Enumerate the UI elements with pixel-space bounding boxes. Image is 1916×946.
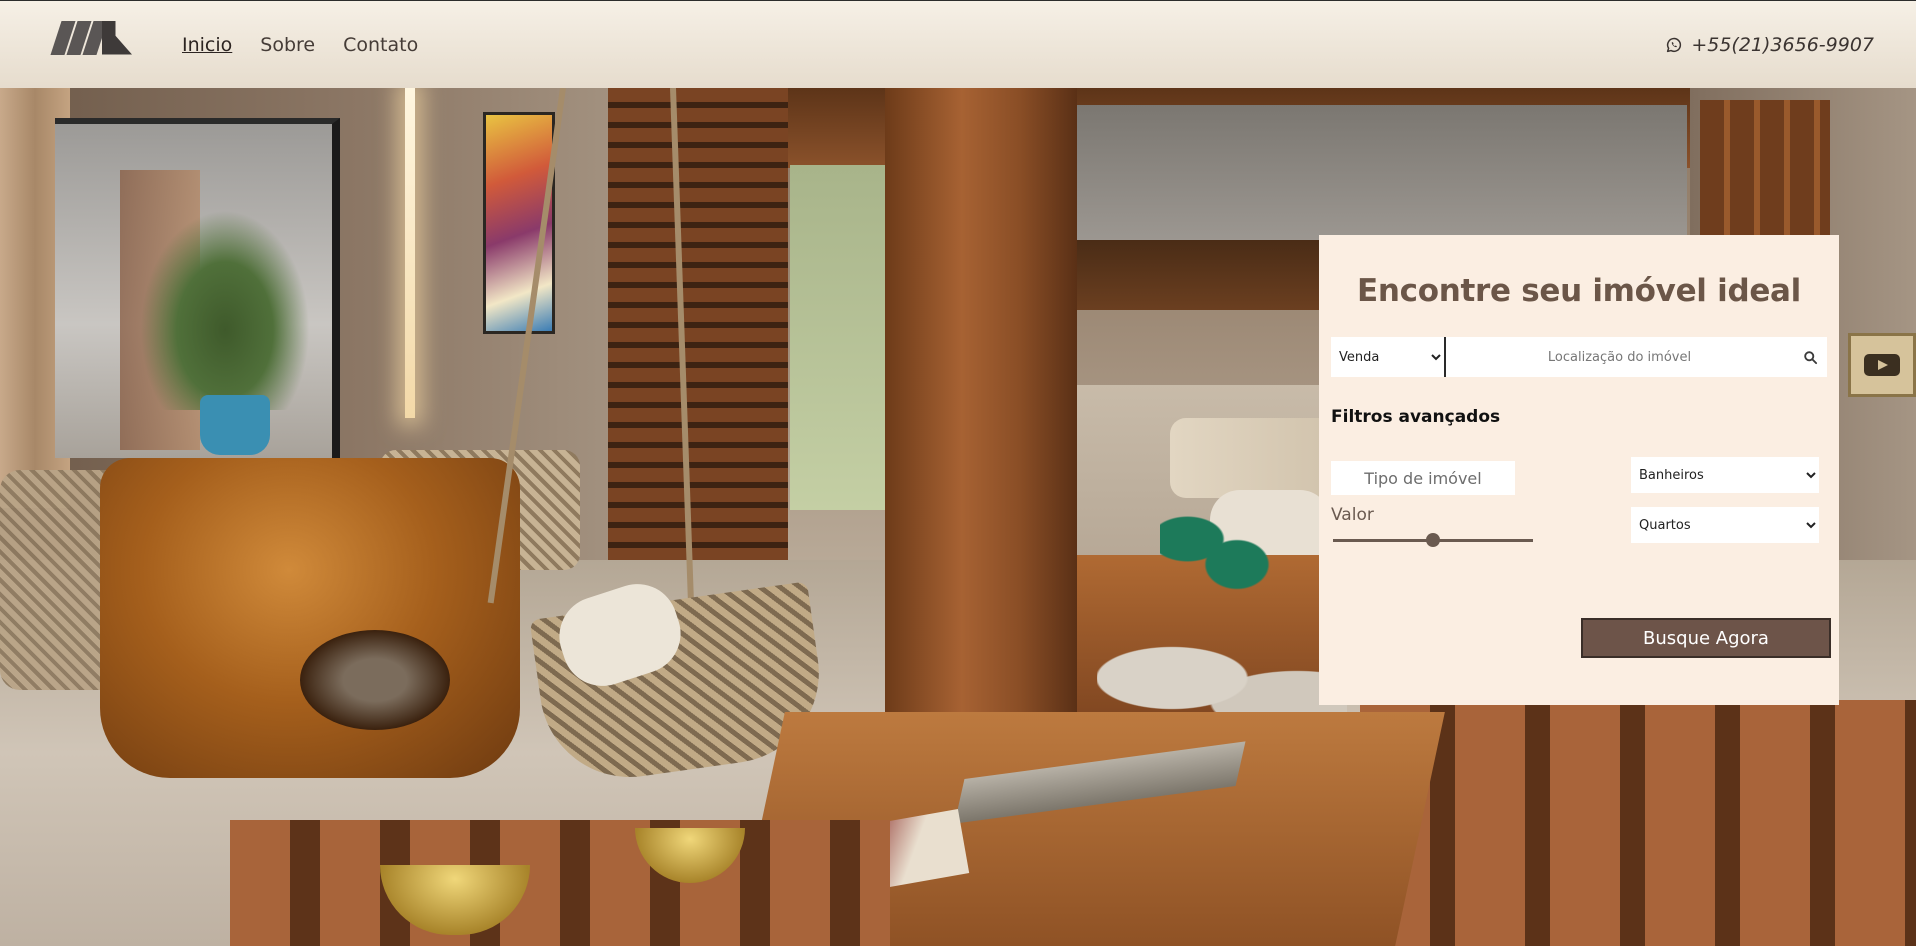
brand-logo[interactable] xyxy=(50,15,142,75)
main-nav: Inicio Sobre Contato xyxy=(182,34,418,56)
youtube-plaque-icon xyxy=(1848,333,1916,397)
value-label: Valor xyxy=(1331,505,1374,525)
search-now-button[interactable]: Busque Agora xyxy=(1581,618,1831,658)
advanced-filters: Valor Banheiros Quartos xyxy=(1331,427,1827,627)
nav-link-inicio[interactable]: Inicio xyxy=(182,34,232,56)
search-submit-button[interactable] xyxy=(1793,337,1827,377)
phone-contact[interactable]: +55(21)3656-9907 xyxy=(1665,34,1874,56)
bathrooms-select[interactable]: Banheiros xyxy=(1631,457,1819,493)
nav-link-sobre[interactable]: Sobre xyxy=(260,34,315,56)
whatsapp-icon xyxy=(1667,37,1682,52)
advanced-filters-title: Filtros avançados xyxy=(1331,407,1501,427)
value-slider-handle[interactable] xyxy=(1426,533,1440,547)
top-navbar: Inicio Sobre Contato +55(21)3656-9907 xyxy=(0,0,1916,88)
bedrooms-select[interactable]: Quartos xyxy=(1631,507,1819,543)
value-slider[interactable] xyxy=(1333,533,1533,547)
transaction-type-select[interactable]: Venda xyxy=(1331,337,1446,377)
nav-link-contato[interactable]: Contato xyxy=(343,34,418,56)
property-type-input[interactable] xyxy=(1331,461,1515,495)
property-search-panel: Encontre seu imóvel ideal Venda Filtros … xyxy=(1319,235,1839,705)
panel-title: Encontre seu imóvel ideal xyxy=(1356,273,1801,309)
magnifier-icon xyxy=(1803,350,1817,364)
search-bar: Venda xyxy=(1331,337,1827,377)
location-input[interactable] xyxy=(1446,337,1793,377)
phone-number: +55(21)3656-9907 xyxy=(1691,33,1874,56)
